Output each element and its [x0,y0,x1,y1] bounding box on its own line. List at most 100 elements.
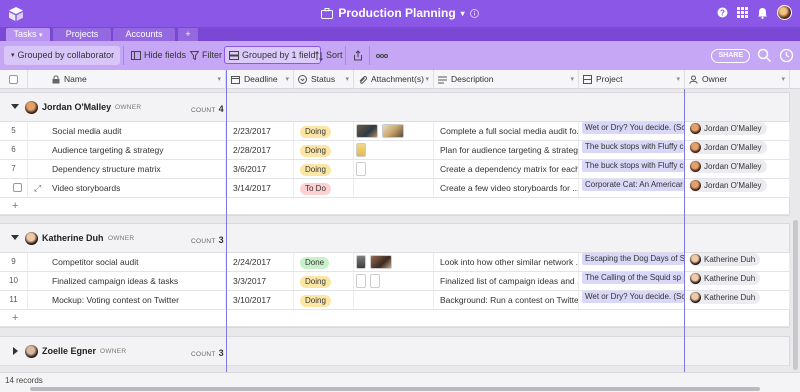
column-header-status[interactable]: Status ▾ [294,70,354,89]
select-all-checkbox[interactable] [0,70,28,89]
attachment-file-icon[interactable] [370,273,381,288]
cell-deadline[interactable]: 3/10/2017 [227,291,294,309]
add-row-button[interactable]: + [0,310,790,327]
cell-attachments[interactable] [354,141,434,159]
cell-owner[interactable]: Jordan O'Malley [685,179,790,197]
attachment-thumbnail[interactable] [370,254,393,269]
title-dropdown-icon[interactable]: ▾ [461,9,465,18]
cell-description[interactable]: Background: Run a contest on Twitte... [434,291,579,309]
cell-deadline[interactable]: 2/23/2017 [227,122,294,140]
table-row[interactable]: ⤢ Video storyboards 3/14/2017 To Do Crea… [0,179,790,198]
cell-owner[interactable]: Jordan O'Malley [685,160,790,178]
cell-owner[interactable]: Katherine Duh [685,291,790,309]
collapse-triangle-icon[interactable] [11,104,19,109]
cell-name[interactable]: Dependency structure matrix [28,160,226,178]
column-menu-icon[interactable]: ▾ [425,70,429,89]
cell-project[interactable]: Wet or Dry? You decide. (Sc [579,122,685,140]
cell-name[interactable]: Audience targeting & strategy [28,141,226,159]
notifications-bell-icon[interactable] [757,7,768,19]
table-row[interactable]: 11 Mockup: Voting contest on Twitter 3/1… [0,291,790,310]
column-menu-icon[interactable]: ▾ [285,70,289,89]
column-menu-icon[interactable]: ▾ [676,70,680,89]
cell-deadline[interactable]: 2/28/2017 [227,141,294,159]
project-link[interactable]: Wet or Dry? You decide. (Sc [582,122,684,134]
horizontal-scrollbar[interactable] [30,387,760,391]
column-header-owner[interactable]: Owner ▾ [685,70,790,89]
cell-project[interactable]: The buck stops with Fluffy c [579,160,685,178]
cell-owner[interactable]: Katherine Duh [685,272,790,290]
cell-owner[interactable]: Jordan O'Malley [685,122,790,140]
table-row[interactable]: 9 Competitor social audit 2/24/2017 Done… [0,253,790,272]
column-menu-icon[interactable]: ▾ [781,70,785,89]
cell-deadline[interactable]: 3/14/2017 [227,179,294,197]
cell-project[interactable]: Wet or Dry? You decide. (Sc [579,291,685,309]
cell-description[interactable]: Create a dependency matrix for each... [434,160,579,178]
cell-attachments[interactable] [354,122,434,140]
cell-name[interactable]: Competitor social audit [28,253,226,271]
history-icon[interactable] [779,48,794,63]
attachment-thumbnail[interactable] [356,254,366,269]
table-row[interactable]: 10 Finalized campaign ideas & tasks 3/3/… [0,272,790,291]
cell-name[interactable]: Mockup: Voting contest on Twitter [28,291,226,309]
filter-button[interactable]: Filter [186,46,226,65]
project-link[interactable]: Escaping the Dog Days of S [582,253,684,265]
cell-description[interactable]: Complete a full social media audit fo... [434,122,579,140]
info-icon[interactable] [469,8,479,18]
group-header[interactable]: Katherine Duh OWNER COUNT 3 [0,224,789,253]
column-header-name[interactable]: Name ▾ [28,70,226,89]
cell-attachments[interactable] [354,160,434,178]
cell-description[interactable]: Look into how other similar network ... [434,253,579,271]
cell-status[interactable]: Doing [294,272,354,290]
group-header[interactable]: Jordan O'Malley OWNER COUNT 4 [0,93,789,122]
cell-project[interactable]: Corporate Cat: An Americar [579,179,685,197]
cell-status[interactable]: Doing [294,141,354,159]
expand-triangle-icon[interactable] [13,347,18,355]
tab-dropdown-icon[interactable]: ▾ [39,32,43,39]
cell-owner[interactable]: Jordan O'Malley [685,141,790,159]
project-link[interactable]: The buck stops with Fluffy c [582,141,684,153]
column-header-project[interactable]: Project ▾ [579,70,685,89]
cell-status[interactable]: Done [294,253,354,271]
project-link[interactable]: Wet or Dry? You decide. (Sc [582,291,684,303]
cell-name[interactable]: Social media audit [28,122,226,140]
cell-name[interactable]: Finalized campaign ideas & tasks [28,272,226,290]
table-row[interactable]: 6 Audience targeting & strategy 2/28/201… [0,141,790,160]
column-header-description[interactable]: Description ▾ [434,70,579,89]
column-header-attachments[interactable]: Attachment(s) ▾ [354,70,434,89]
project-link[interactable]: The Calling of the Squid sp [582,272,684,284]
tab-projects[interactable]: Projects [53,28,111,41]
cell-project[interactable]: The Calling of the Squid sp [579,272,685,290]
project-link[interactable]: Corporate Cat: An Americar [582,179,684,191]
cell-status[interactable]: To Do [294,179,354,197]
add-row-button[interactable]: + [0,198,790,215]
expand-record-icon[interactable]: ⤢ [34,179,41,197]
cell-deadline[interactable]: 3/3/2017 [227,272,294,290]
cell-project[interactable]: Escaping the Dog Days of S [579,253,685,271]
cell-attachments[interactable] [354,272,434,290]
attachment-file-icon[interactable] [356,161,366,176]
cell-owner[interactable]: Katherine Duh [685,253,790,271]
search-icon[interactable] [757,48,772,63]
apps-grid-icon[interactable] [737,7,748,18]
attachment-thumbnail[interactable] [356,142,366,157]
column-menu-icon[interactable]: ▾ [345,70,349,89]
help-icon[interactable]: ? [717,7,728,18]
cell-project[interactable]: The buck stops with Fluffy c [579,141,685,159]
cell-status[interactable]: Doing [294,291,354,309]
group-header[interactable]: Zoelle Egner OWNER COUNT 3 [0,337,789,366]
cell-deadline[interactable]: 2/24/2017 [227,253,294,271]
cell-attachments[interactable] [354,179,434,197]
cell-description[interactable]: Create a few video storyboards for ... [434,179,579,197]
share-button[interactable]: SHARE [711,49,750,63]
view-switcher-button[interactable]: ▾ Grouped by collaborator [4,46,120,65]
sort-button[interactable]: Sort [311,46,347,65]
more-options-button[interactable] [372,46,392,65]
cell-description[interactable]: Finalized list of campaign ideas and ... [434,272,579,290]
project-link[interactable]: The buck stops with Fluffy c [582,160,684,172]
share-view-button[interactable] [348,46,368,65]
base-title[interactable]: Production Planning ▾ [0,6,800,22]
hide-fields-button[interactable]: Hide fields [127,46,190,65]
table-row[interactable]: 5 Social media audit 2/23/2017 Doing Com… [0,122,790,141]
cell-description[interactable]: Plan for audience targeting & strateg... [434,141,579,159]
column-header-deadline[interactable]: Deadline ▾ [227,70,294,89]
